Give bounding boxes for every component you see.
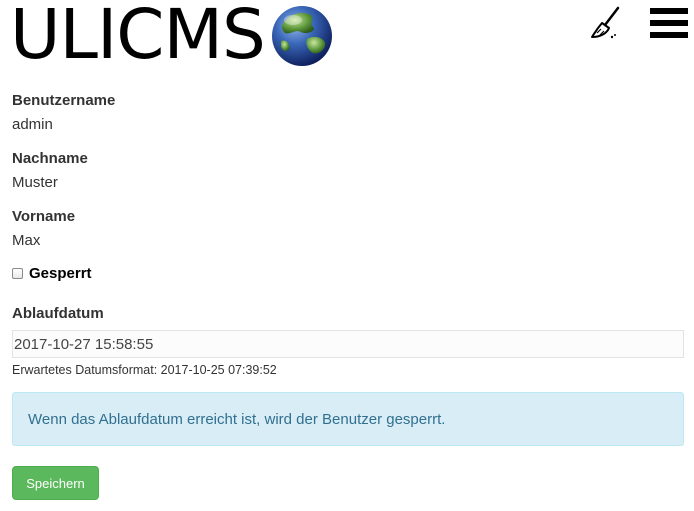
lastname-value: Muster	[12, 174, 58, 191]
menu-bar-middle	[650, 20, 688, 26]
locked-label[interactable]: Gesperrt	[29, 265, 92, 282]
username-label: Benutzername	[12, 92, 116, 109]
user-edit-page: ULICMS Benutzername admin Nachname Muste…	[0, 0, 694, 511]
save-button[interactable]: Speichern	[12, 466, 99, 500]
brand-title: ULICMS	[10, 0, 266, 75]
lastname-label: Nachname	[12, 150, 88, 167]
locked-checkbox[interactable]	[12, 268, 23, 279]
menu-bar-bottom	[650, 32, 688, 38]
brand-logo[interactable]: ULICMS	[10, 0, 333, 70]
hamburger-menu-icon[interactable]	[650, 8, 688, 38]
info-alert: Wenn das Ablaufdatum erreicht ist, wird …	[12, 392, 684, 446]
expiry-label: Ablaufdatum	[12, 305, 104, 322]
firstname-value: Max	[12, 232, 41, 249]
broom-icon[interactable]	[588, 6, 622, 40]
firstname-label: Vorname	[12, 208, 76, 225]
globe-icon	[271, 5, 332, 66]
expiry-date-input[interactable]	[12, 330, 684, 358]
username-value: admin	[12, 116, 53, 133]
info-alert-text: Wenn das Ablaufdatum erreicht ist, wird …	[28, 410, 446, 428]
locked-checkbox-row[interactable]: Gesperrt	[12, 265, 92, 282]
date-format-hint: Erwartetes Datumsformat: 2017-10-25 07:3…	[12, 363, 277, 377]
menu-bar-top	[650, 8, 688, 14]
